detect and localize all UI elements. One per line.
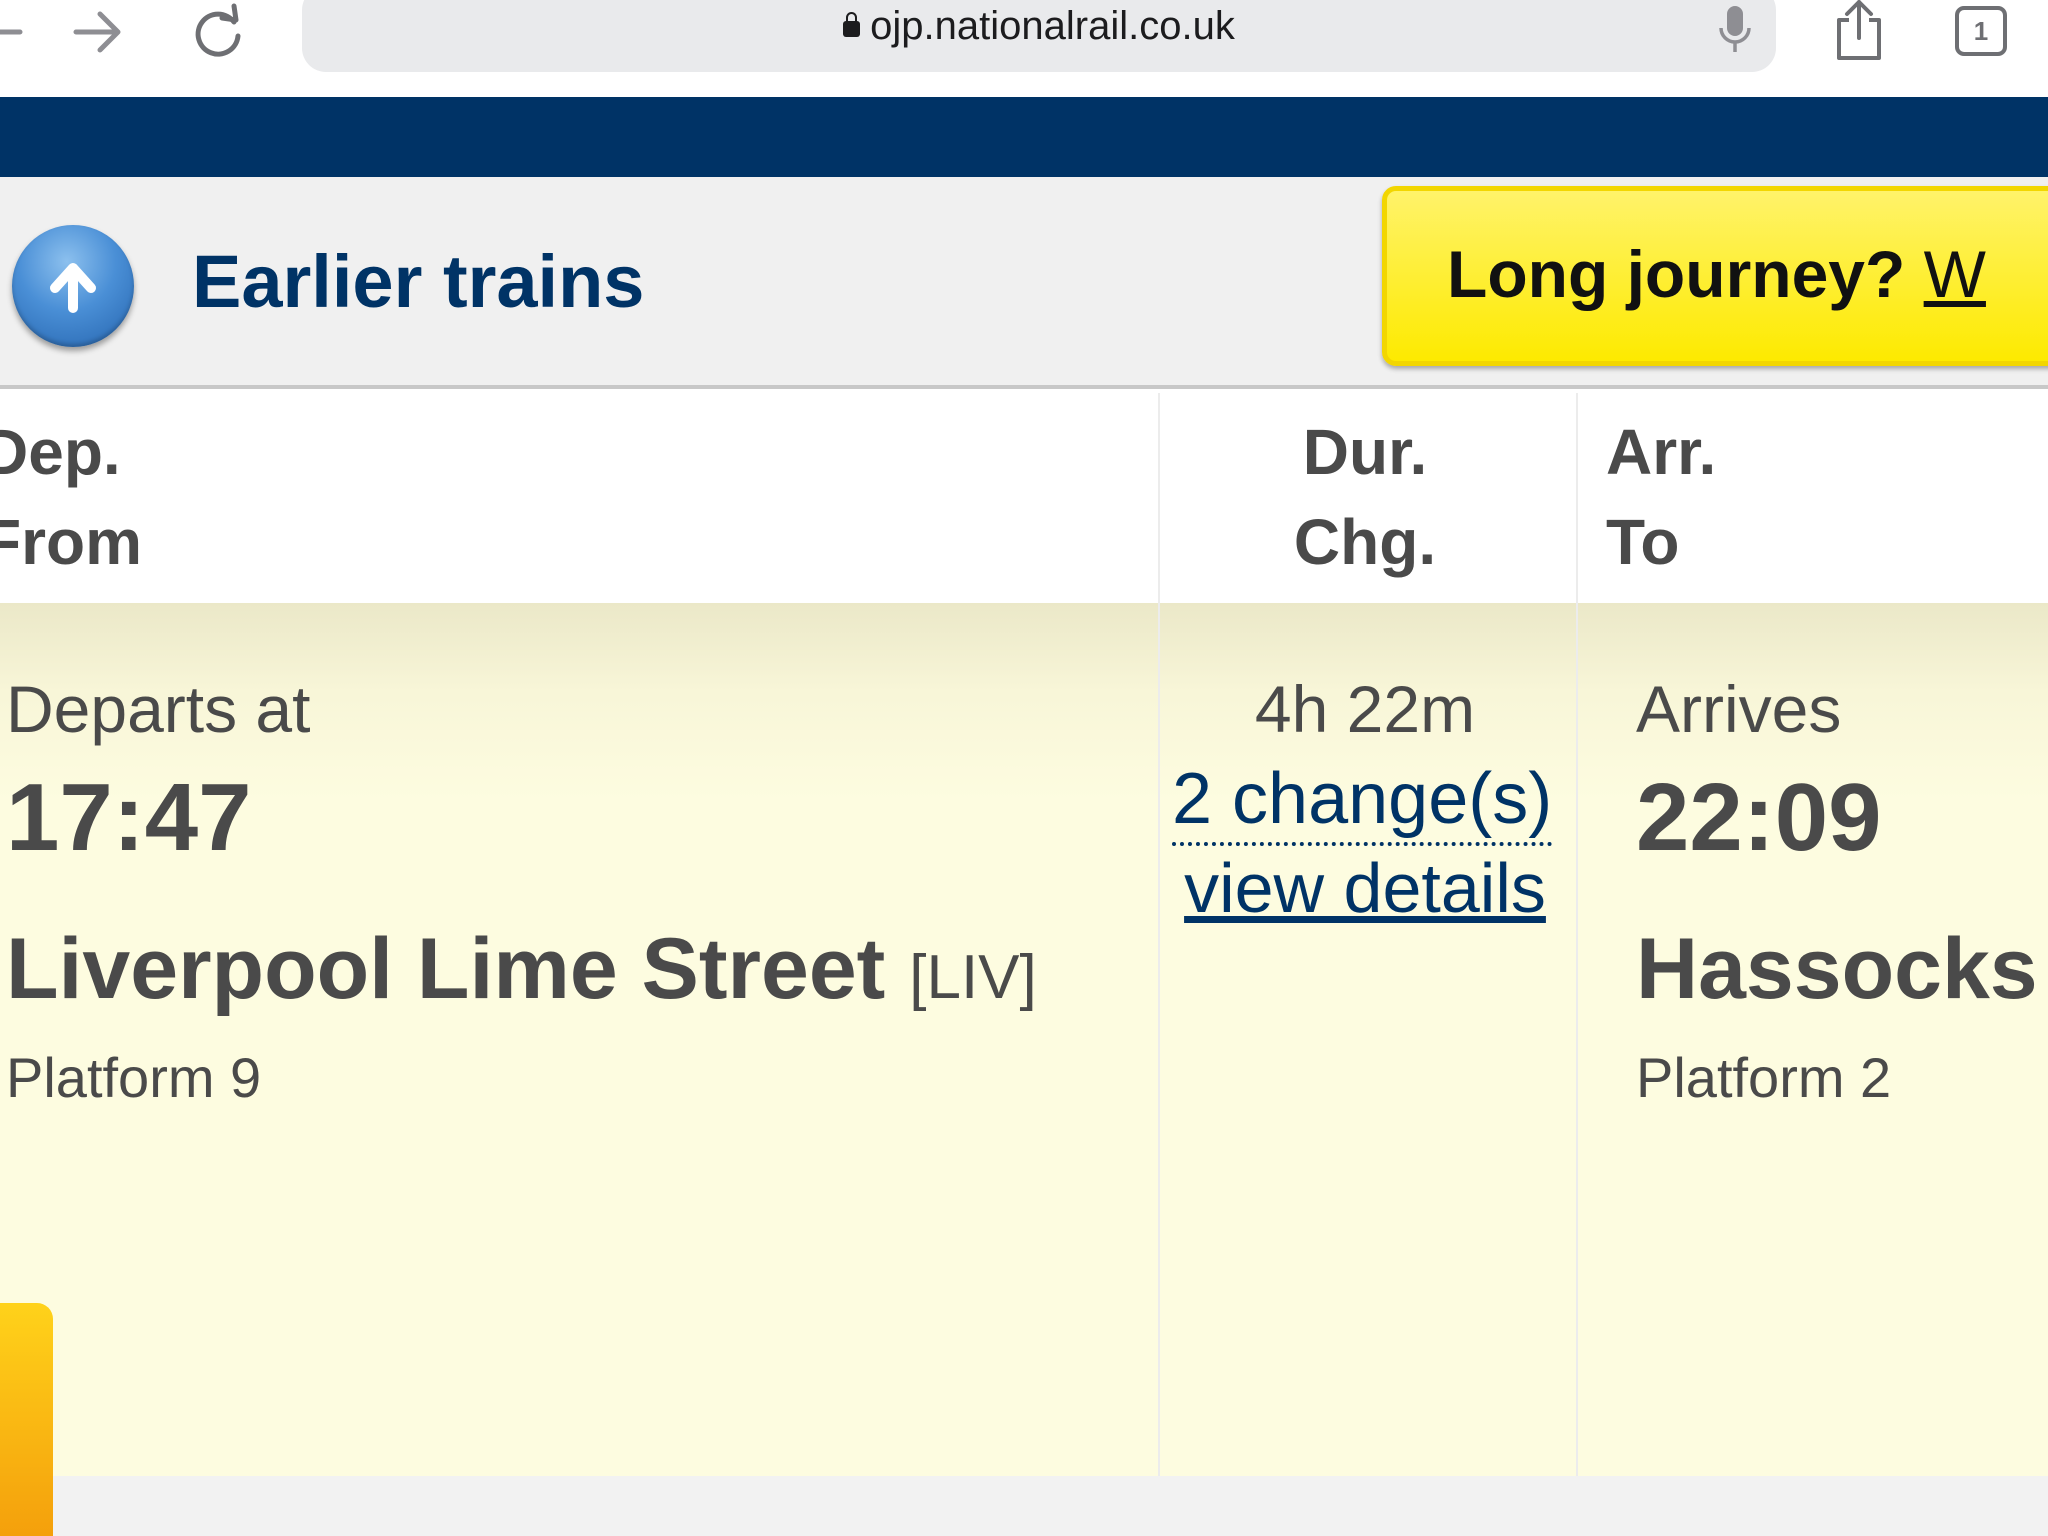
arrival-time: 22:09 [1636,764,1882,871]
earlier-trains-button[interactable] [12,225,134,347]
to-header: To [1606,506,1680,578]
departs-label: Departs at [6,672,311,746]
forward-arrow-icon[interactable] [68,2,128,62]
site-header-band [0,97,2048,177]
results-table-header: Dep. From Dur. Chg. Arr. To [0,393,2048,603]
chg-header: Chg. [1293,506,1437,578]
address-bar[interactable]: ojp.nationalrail.co.uk [302,0,1776,72]
column-divider [1576,393,1578,1536]
dep-header: Dep. [0,416,121,488]
journey-duration: 4h 22m [1254,672,1476,746]
tabs-icon[interactable]: 1 [1955,6,2007,56]
journey-row[interactable]: Departs at 17:47 Liverpool Lime Street [… [0,603,2048,1476]
feedback-side-tab[interactable] [0,1303,53,1536]
destination-station: Hassocks [1636,921,2038,1017]
changes-link[interactable]: 2 change(s) [1172,758,1553,846]
share-icon[interactable] [1831,0,1887,62]
dep-from-header[interactable]: Dep. From [0,407,142,587]
from-header: From [0,506,142,578]
origin-platform: Platform 9 [6,1046,262,1109]
view-details-link[interactable]: view details [1160,848,1570,928]
origin-station-name: Liverpool Lime Street [6,921,886,1017]
back-arrow-icon[interactable] [0,2,28,62]
arr-header: Arr. [1606,416,1717,488]
reload-icon[interactable] [188,2,248,62]
long-journey-promo[interactable]: Long journey? W [1382,186,2048,366]
destination-platform: Platform 2 [1636,1046,1892,1109]
promo-text: Long journey? [1447,237,1906,311]
earlier-trains-link[interactable]: Earlier trains [192,239,644,324]
departure-time: 17:47 [6,764,252,871]
dur-header: Dur. [1302,416,1428,488]
browser-toolbar: ojp.nationalrail.co.uk 1 [0,0,2048,97]
dur-chg-header[interactable]: Dur. Chg. [1160,407,1570,587]
lock-icon [843,12,861,37]
promo-link[interactable]: W [1924,237,1986,311]
microphone-icon[interactable] [1715,2,1755,58]
origin-station: Liverpool Lime Street [LIV] [6,920,1037,1019]
origin-station-code: [LIV] [909,943,1037,1012]
url-text: ojp.nationalrail.co.uk [870,4,1235,48]
column-divider [1158,393,1160,1536]
row-separator [0,1476,2048,1536]
arrives-label: Arrives [1636,672,1842,746]
arr-to-header[interactable]: Arr. To [1606,407,1716,587]
arrow-up-icon [50,263,96,313]
